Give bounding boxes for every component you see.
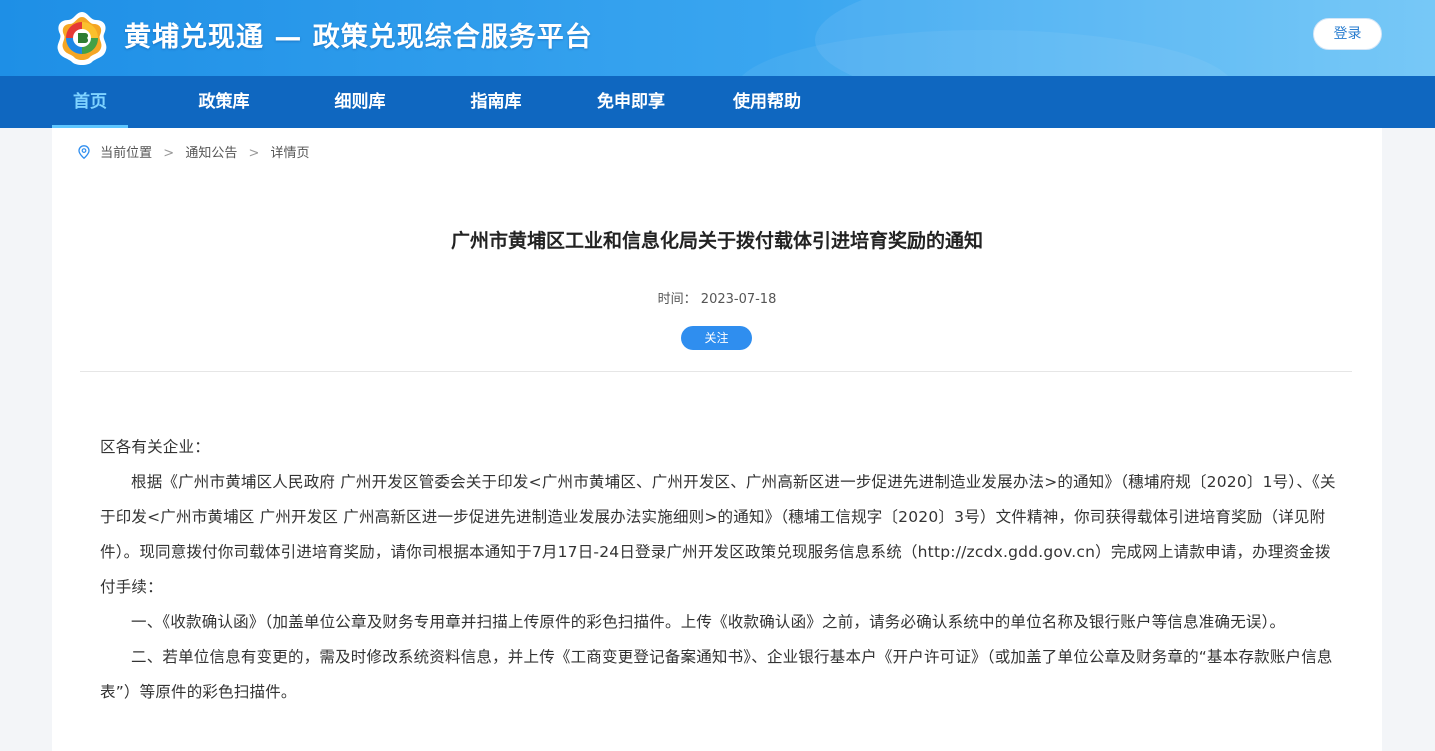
article-paragraph: 二、若单位信息有变更的，需及时修改系统资料信息，并上传《工商变更登记备案通知书》… <box>100 648 1333 701</box>
site-title: 黄埔兑现通 — 政策兑现综合服务平台 <box>124 22 593 53</box>
nav-item-exempt-application[interactable]: 免申即享 <box>586 76 676 128</box>
login-button[interactable]: 登录 <box>1313 18 1382 50</box>
breadcrumb-detail-page: 详情页 <box>270 146 310 161</box>
breadcrumb: 当前位置 > 通知公告 > 详情页 <box>78 144 310 164</box>
site-header: 黄埔兑现通 — 政策兑现综合服务平台 登录 <box>0 0 1435 76</box>
article-title: 广州市黄埔区工业和信息化局关于拨付载体引进培育奖励的通知 <box>450 230 983 252</box>
breadcrumb-link-notices[interactable]: 通知公告 <box>185 146 237 161</box>
article-paragraph: 根据《广州市黄埔区人民政府 广州开发区管委会关于印发<广州市黄埔区、广州开发区、… <box>100 473 1336 596</box>
article-body: 区各有关企业： 根据《广州市黄埔区人民政府 广州开发区管委会关于印发<广州市黄埔… <box>100 430 1336 710</box>
article-paragraph: 一、《收款确认函》（加盖单位公章及财务专用章并扫描上传原件的彩色扫描件。上传《收… <box>131 613 1286 631</box>
nav-item-guide-library[interactable]: 指南库 <box>457 76 535 128</box>
follow-button[interactable]: 关注 <box>681 326 752 350</box>
site-logo-icon[interactable] <box>52 8 112 68</box>
nav-item-help[interactable]: 使用帮助 <box>722 76 812 128</box>
breadcrumb-separator: > <box>163 146 175 161</box>
time-label: 时间： <box>657 292 697 307</box>
breadcrumb-separator: > <box>248 146 260 161</box>
content-card: 当前位置 > 通知公告 > 详情页 广州市黄埔区工业和信息化局关于拨付载体引进培… <box>52 128 1382 751</box>
nav-item-home[interactable]: 首页 <box>52 76 128 128</box>
time-value: 2023-07-18 <box>700 292 777 307</box>
article-salutation: 区各有关企业： <box>100 438 210 456</box>
divider <box>80 371 1352 372</box>
breadcrumb-current-label: 当前位置 <box>100 146 153 161</box>
main-nav: 首页 政策库 细则库 指南库 免申即享 使用帮助 <box>0 76 1435 128</box>
location-pin-icon <box>78 145 90 159</box>
nav-item-rules-library[interactable]: 细则库 <box>321 76 399 128</box>
nav-item-policy-library[interactable]: 政策库 <box>185 76 263 128</box>
article-meta: 时间： 2023-07-18 <box>52 288 1382 307</box>
